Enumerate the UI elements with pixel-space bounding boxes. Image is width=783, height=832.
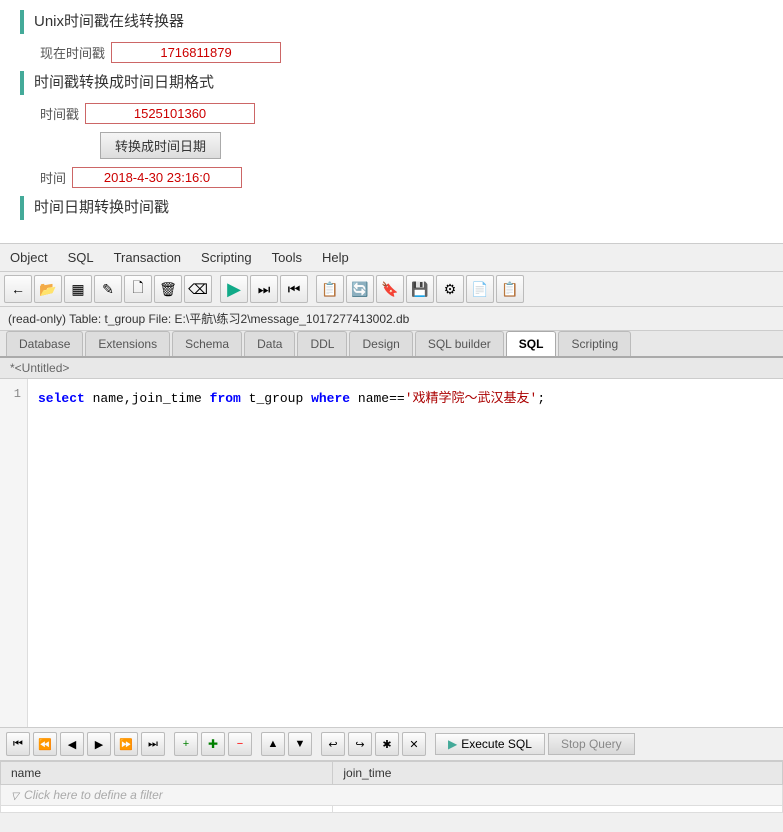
editor-header: *<Untitled> (0, 358, 783, 379)
empty-cell-join-time (333, 806, 783, 813)
undo[interactable]: ↩ (321, 732, 345, 756)
editor-area[interactable]: 1 select name,join_time from t_group whe… (0, 379, 783, 727)
tab-design[interactable]: Design (349, 331, 412, 356)
tab-sql[interactable]: SQL (506, 331, 557, 356)
time-result-input[interactable] (72, 167, 242, 188)
time-label: 时间 (40, 168, 66, 187)
toolbar-btn-next[interactable]: ⏭ (250, 275, 278, 303)
tab-data[interactable]: Data (244, 331, 295, 356)
toolbar-btn-save[interactable]: 💾 (406, 275, 434, 303)
bottom-toolbar: ⏮ ⏪ ◀ ▶ ⏩ ⏭ + ✚ − ▲ ▼ ↩ ↪ ✱ ✕ ▶ Execute … (0, 727, 783, 761)
menu-help[interactable]: Help (312, 247, 359, 268)
current-time-label: 现在时间戳 (40, 43, 105, 62)
statusbar: (read-only) Table: t_group File: E:\平航\练… (0, 307, 783, 331)
tab-scripting[interactable]: Scripting (558, 331, 631, 356)
col-join-time: join_time (333, 762, 783, 785)
toolbar-btn-clear[interactable]: ⌫ (184, 275, 212, 303)
col-name: name (1, 762, 333, 785)
execute-icon: ▶ (448, 737, 457, 751)
timestamp-label: 时间戳 (40, 104, 79, 123)
table-row (1, 806, 783, 813)
tab-ddl[interactable]: DDL (297, 331, 347, 356)
stop-query-button[interactable]: Stop Query (548, 733, 635, 755)
filter-row[interactable]: ▽ Click here to define a filter (1, 785, 783, 806)
section2-title: 时间戳转换成时间日期格式 (20, 71, 763, 95)
main-toolbar: ← 📂 ▦ ✎ 🗋 🗑 ⌫ ▶ ⏭ ⏮ 📋 🔄 🔖 💾 ⚙ 📄 📋 (0, 272, 783, 307)
move-up[interactable]: ▲ (261, 732, 285, 756)
nav-last[interactable]: ⏭ (141, 732, 165, 756)
filter-cell[interactable]: ▽ Click here to define a filter (1, 785, 783, 806)
untitled-label: *<Untitled> (10, 361, 69, 375)
tabs-bar: Database Extensions Schema Data DDL Desi… (0, 331, 783, 358)
toolbar-btn-open[interactable]: 📂 (34, 275, 62, 303)
top-panel: Unix时间戳在线转换器 现在时间戳 时间戳转换成时间日期格式 时间戳 转换成时… (0, 0, 783, 244)
tab-extensions[interactable]: Extensions (85, 331, 170, 356)
tab-schema[interactable]: Schema (172, 331, 242, 356)
nav-next-page[interactable]: ⏩ (114, 732, 138, 756)
toolbar-btn-grid[interactable]: ▦ (64, 275, 92, 303)
toolbar-btn-new[interactable]: 🗋 (124, 275, 152, 303)
toolbar-btn-edit[interactable]: ✎ (94, 275, 122, 303)
toolbar-btn-copy[interactable]: 📋 (316, 275, 344, 303)
menu-tools[interactable]: Tools (262, 247, 312, 268)
current-time-input[interactable] (111, 42, 281, 63)
results-area: name join_time ▽ Click here to define a … (0, 761, 783, 813)
nav-prev[interactable]: ◀ (60, 732, 84, 756)
menu-object[interactable]: Object (0, 247, 58, 268)
toolbar-btn-back[interactable]: ← (4, 275, 32, 303)
toolbar-btn-delete[interactable]: 🗑 (154, 275, 182, 303)
toolbar-btn-prev[interactable]: ⏮ (280, 275, 308, 303)
current-time-row: 现在时间戳 (20, 42, 763, 63)
toolbar-btn-refresh[interactable]: 🔄 (346, 275, 374, 303)
nav-prev-page[interactable]: ⏪ (33, 732, 57, 756)
redo[interactable]: ↪ (348, 732, 372, 756)
line-numbers: 1 (0, 379, 28, 727)
statusbar-text: (read-only) Table: t_group File: E:\平航\练… (8, 312, 409, 326)
delete-row[interactable]: − (228, 732, 252, 756)
menu-scripting[interactable]: Scripting (191, 247, 262, 268)
timestamp-row: 时间戳 (20, 103, 763, 124)
tab-sql-builder[interactable]: SQL builder (415, 331, 504, 356)
execute-label: Execute SQL (461, 737, 532, 751)
empty-cell-name (1, 806, 333, 813)
menu-sql[interactable]: SQL (58, 247, 104, 268)
close-row[interactable]: ✕ (402, 732, 426, 756)
asterisk[interactable]: ✱ (375, 732, 399, 756)
results-header-row: name join_time (1, 762, 783, 785)
line-number-1: 1 (6, 387, 21, 401)
nav-first[interactable]: ⏮ (6, 732, 30, 756)
code-content[interactable]: select name,join_time from t_group where… (28, 379, 783, 727)
move-down[interactable]: ▼ (288, 732, 312, 756)
menubar: Object SQL Transaction Scripting Tools H… (0, 244, 783, 272)
main-area: Database Extensions Schema Data DDL Desi… (0, 331, 783, 761)
add-row-2[interactable]: ✚ (201, 732, 225, 756)
add-row[interactable]: + (174, 732, 198, 756)
toolbar-btn-settings[interactable]: ⚙ (436, 275, 464, 303)
section3-title: 时间日期转换时间戳 (20, 196, 763, 220)
execute-sql-button[interactable]: ▶ Execute SQL (435, 733, 545, 755)
nav-next[interactable]: ▶ (87, 732, 111, 756)
filter-icon: ▽ (11, 791, 21, 802)
time-result-row: 时间 (20, 167, 763, 188)
stop-label: Stop Query (561, 737, 622, 751)
convert-btn-row: 转换成时间日期 (20, 132, 763, 159)
toolbar-btn-doc2[interactable]: 📋 (496, 275, 524, 303)
menu-transaction[interactable]: Transaction (104, 247, 191, 268)
filter-placeholder: Click here to define a filter (24, 788, 163, 802)
section1-title: Unix时间戳在线转换器 (20, 10, 763, 34)
convert-button[interactable]: 转换成时间日期 (100, 132, 221, 159)
toolbar-btn-play[interactable]: ▶ (220, 275, 248, 303)
timestamp-input[interactable] (85, 103, 255, 124)
toolbar-btn-doc[interactable]: 📄 (466, 275, 494, 303)
toolbar-btn-bookmark[interactable]: 🔖 (376, 275, 404, 303)
tab-database[interactable]: Database (6, 331, 83, 356)
results-table: name join_time ▽ Click here to define a … (0, 761, 783, 813)
